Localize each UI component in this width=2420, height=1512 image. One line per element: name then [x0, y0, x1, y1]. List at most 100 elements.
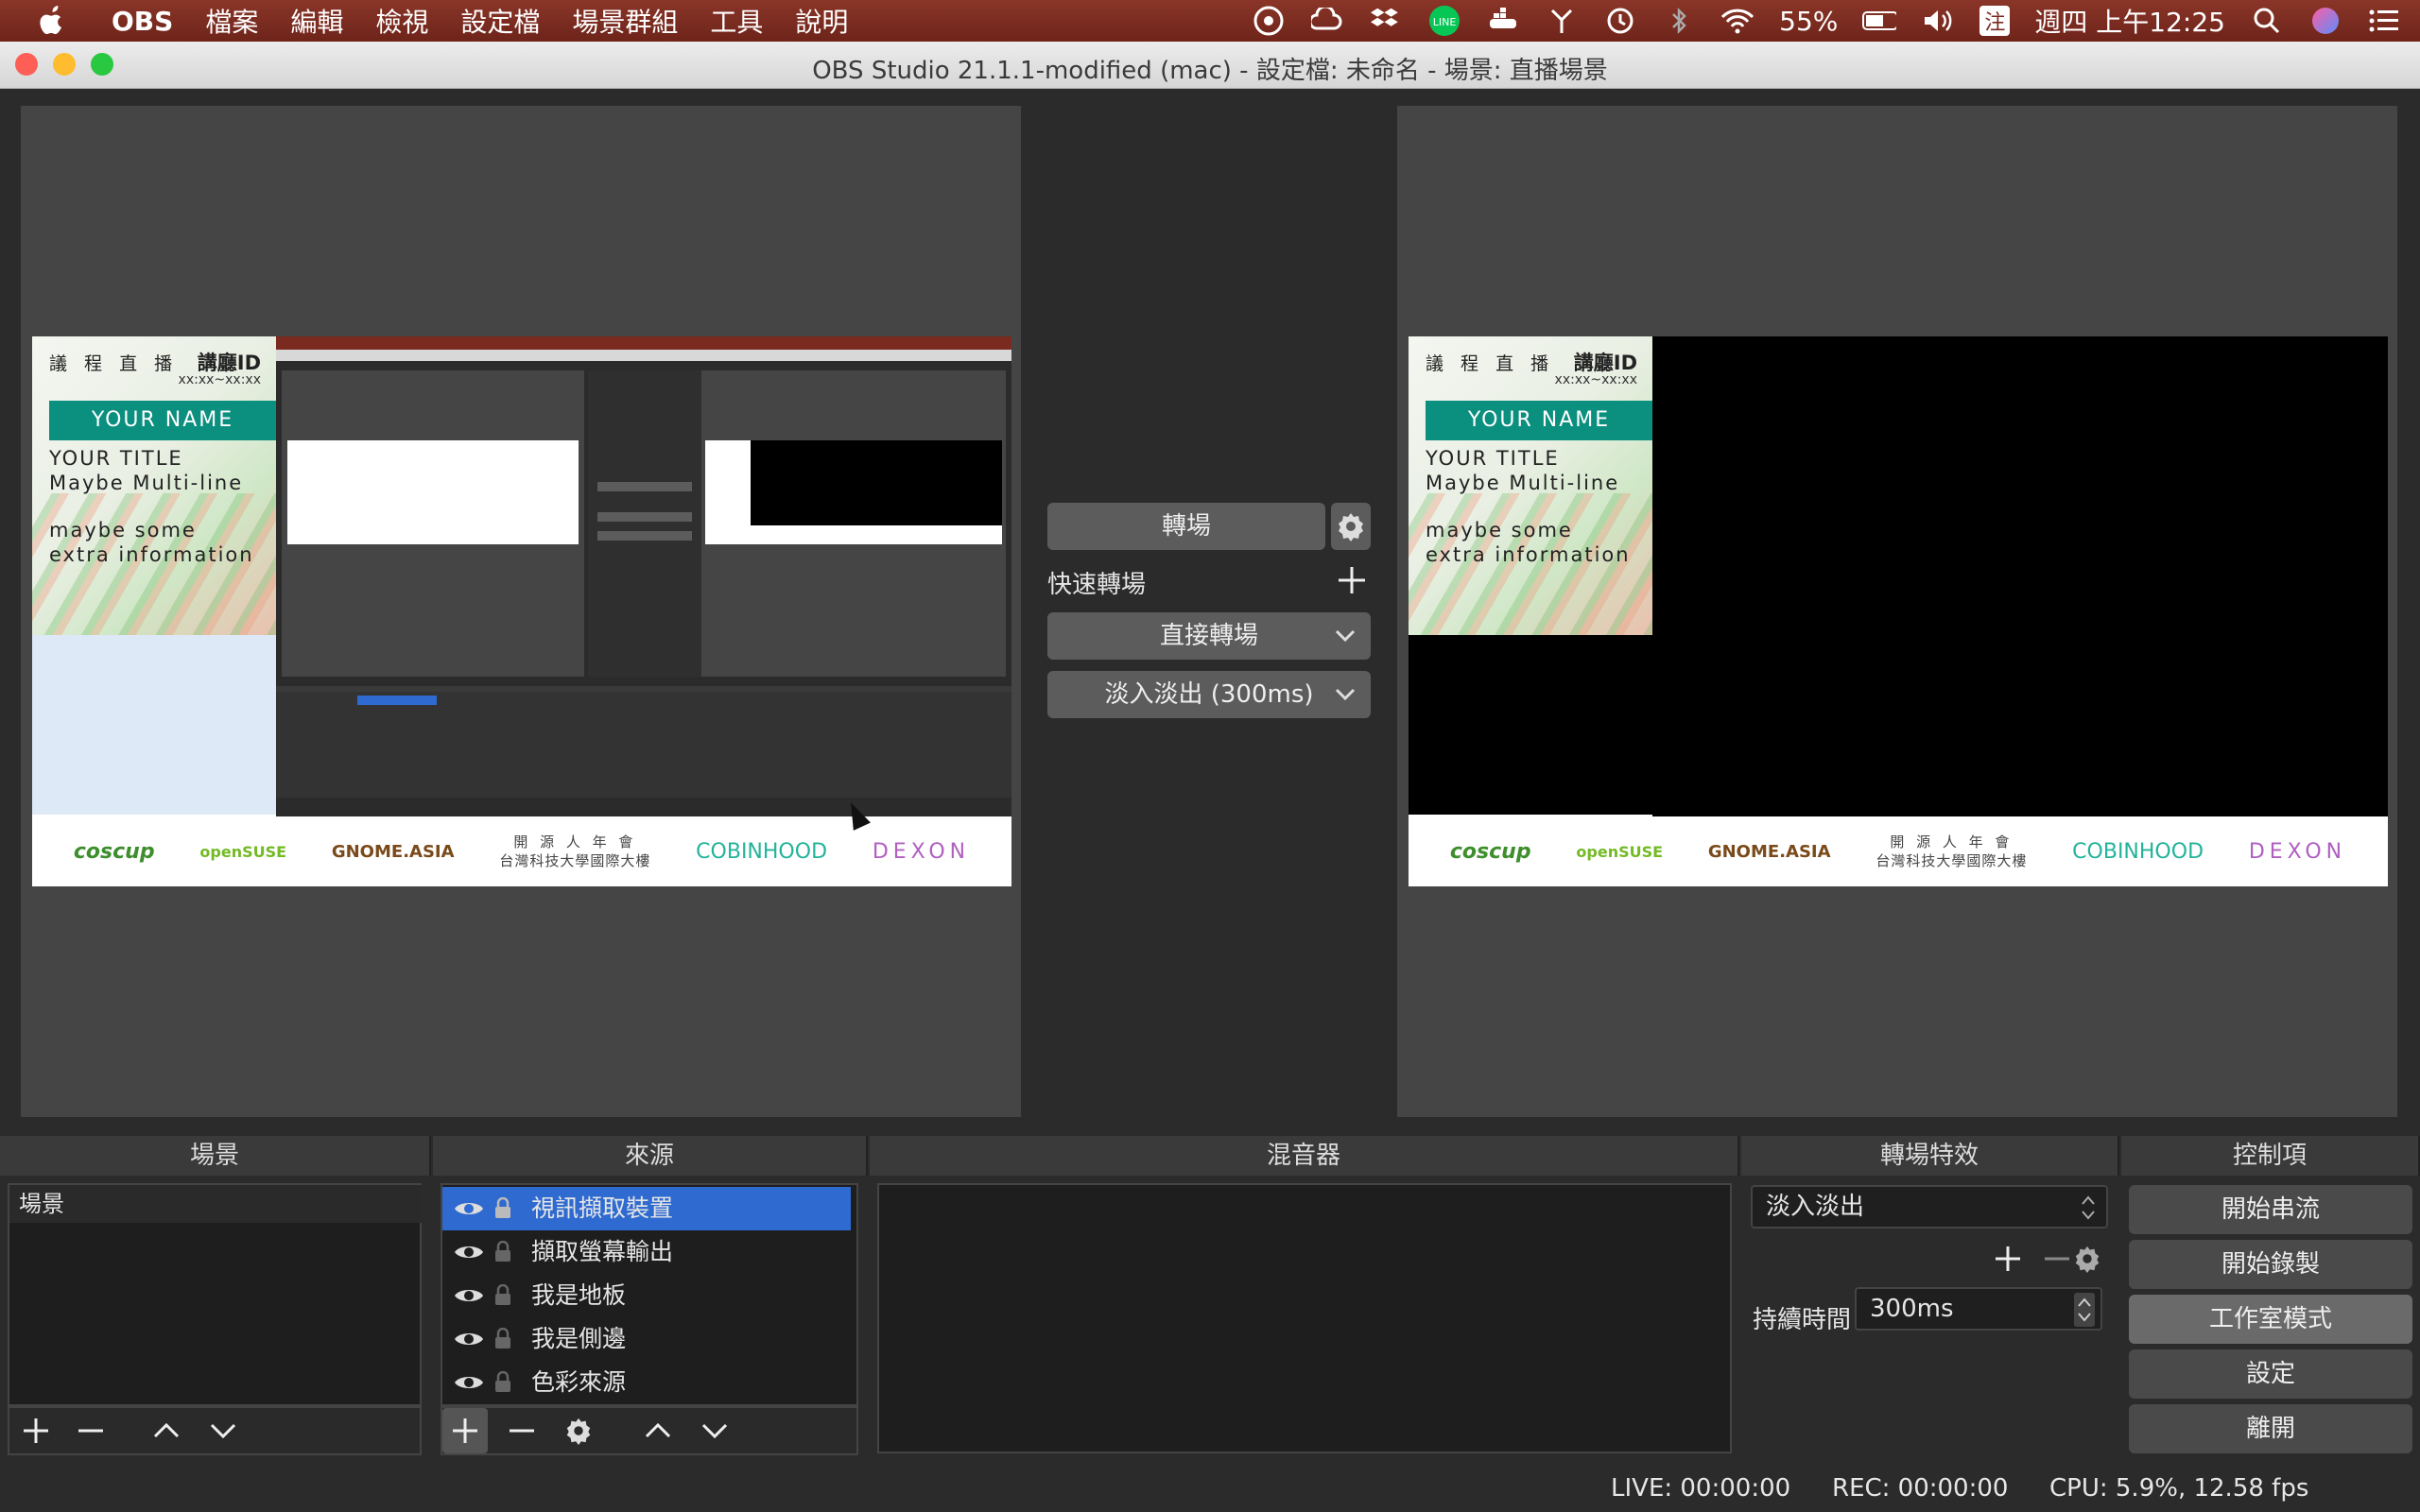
title-line-1: YOUR TITLE: [49, 447, 183, 470]
side-panel: [32, 635, 276, 815]
exit-button[interactable]: 離開: [2129, 1404, 2412, 1453]
mixer-dock-title: 混音器: [870, 1136, 1739, 1176]
source-item[interactable]: 我是側邊: [442, 1317, 851, 1361]
battery-icon[interactable]: [1862, 4, 1897, 38]
add-transition-plus-icon[interactable]: [1985, 1236, 2031, 1281]
studio-mode-button[interactable]: 工作室模式: [2129, 1295, 2412, 1344]
remove-source-minus-icon[interactable]: [499, 1408, 544, 1453]
controls-dock-title: 控制項: [2121, 1136, 2420, 1176]
notification-center-icon[interactable]: [2367, 4, 2401, 38]
source-item[interactable]: 色彩來源: [442, 1361, 851, 1404]
creative-cloud-icon[interactable]: [1310, 4, 1344, 38]
move-source-up-icon[interactable]: [635, 1408, 681, 1453]
preview-pane[interactable]: 議 程 直 播 講廳ID xx:xx~xx:xx YOUR NAME YOUR …: [21, 106, 1021, 1117]
transitions-dock-title: 轉場特效: [1741, 1136, 2119, 1176]
scenes-dock-title: 場景: [0, 1136, 431, 1176]
visibility-eye-icon[interactable]: [454, 1198, 492, 1219]
opensuse-logo: openSUSE: [199, 842, 287, 861]
lock-icon[interactable]: [493, 1241, 522, 1263]
apple-icon[interactable]: [38, 5, 66, 37]
screen-capture-source: [276, 336, 1011, 816]
menubar: OBS 檔案 編輯 檢視 設定檔 場景群組 工具 說明 LINE 55% 注 週…: [0, 0, 2420, 42]
transition-select[interactable]: 淡入淡出: [1751, 1185, 2108, 1228]
transition-button[interactable]: 轉場: [1047, 503, 1325, 550]
quick-transition-cut[interactable]: 直接轉場: [1047, 612, 1371, 660]
move-source-down-icon[interactable]: [692, 1408, 737, 1453]
menu-profile[interactable]: 設定檔: [460, 2, 540, 40]
speaker-extra: maybe some extra information: [49, 518, 254, 567]
window-titlebar: OBS Studio 21.1.1-modified (mac) - 設定檔: …: [0, 42, 2420, 89]
input-method-label: 注: [1984, 11, 2006, 35]
lock-icon[interactable]: [493, 1197, 522, 1220]
move-scene-up-icon[interactable]: [144, 1408, 189, 1453]
mixer-area[interactable]: [877, 1183, 1732, 1453]
settings-button[interactable]: 設定: [2129, 1349, 2412, 1399]
fork-icon[interactable]: [1545, 4, 1579, 38]
quick-transition-fade[interactable]: 淡入淡出 (300ms): [1047, 671, 1371, 718]
obs-tray-icon[interactable]: [1252, 4, 1286, 38]
session-time: xx:xx~xx:xx: [1554, 372, 1637, 387]
line-icon[interactable]: LINE: [1427, 4, 1461, 38]
docker-icon[interactable]: [1486, 4, 1520, 38]
sources-dock-title: 來源: [433, 1136, 868, 1176]
time-machine-icon[interactable]: [1603, 4, 1637, 38]
coscup-logo: coscup: [1449, 839, 1531, 864]
title-line-2: Maybe Multi-line: [49, 472, 244, 494]
docks-area: 場景 場景 來源 視訊擷取裝置 擷取螢幕輸出 我是地板 我是側邊 色彩來源 混音…: [0, 1136, 2420, 1461]
visibility-eye-icon[interactable]: [454, 1242, 492, 1263]
sources-dock: 來源 視訊擷取裝置 擷取螢幕輸出 我是地板 我是側邊 色彩來源: [433, 1136, 868, 1461]
lock-icon[interactable]: [493, 1284, 522, 1307]
add-scene-plus-icon[interactable]: [13, 1408, 59, 1453]
input-method-icon[interactable]: 注: [1979, 6, 2011, 36]
transition-settings-gear-icon[interactable]: [1331, 503, 1371, 550]
dropbox-icon[interactable]: [1369, 4, 1403, 38]
dexon-logo: DEXON: [2248, 839, 2347, 864]
menu-tools[interactable]: 工具: [710, 2, 763, 40]
status-bar: LIVE: 00:00:00 REC: 00:00:00 CPU: 5.9%, …: [0, 1463, 2420, 1512]
add-source-plus-icon[interactable]: [442, 1408, 488, 1453]
menu-view[interactable]: 檢視: [375, 2, 428, 40]
source-item[interactable]: 我是地板: [442, 1274, 851, 1317]
transition-properties-gear-icon[interactable]: [2065, 1236, 2110, 1281]
menu-scene-collection[interactable]: 場景群組: [572, 2, 678, 40]
start-streaming-button[interactable]: 開始串流: [2129, 1185, 2412, 1234]
siri-icon[interactable]: [2308, 4, 2342, 38]
source-item[interactable]: 擷取螢幕輸出: [442, 1230, 851, 1274]
lock-icon[interactable]: [493, 1371, 522, 1394]
osca-logo: 開 源 人 年 會台灣科技大學國際大樓: [499, 833, 651, 869]
speaker-title: YOUR TITLE Maybe Multi-line: [1426, 446, 1619, 495]
extra-line-2: extra information: [49, 543, 254, 566]
move-scene-down-icon[interactable]: [200, 1408, 246, 1453]
scene-item[interactable]: 場景: [9, 1185, 422, 1223]
duration-input[interactable]: 300ms: [1855, 1287, 2102, 1331]
start-recording-button[interactable]: 開始錄製: [2129, 1240, 2412, 1289]
sponsor-footer: coscup openSUSE GNOME.ASIA 開 源 人 年 會台灣科技…: [1409, 816, 2388, 886]
preview-canvas[interactable]: 議 程 直 播 講廳ID xx:xx~xx:xx YOUR NAME YOUR …: [32, 336, 1011, 886]
svg-text:LINE: LINE: [1433, 16, 1457, 28]
wifi-icon[interactable]: [1720, 4, 1754, 38]
menu-app-name[interactable]: OBS: [112, 6, 173, 37]
fade-option-label: 淡入淡出 (300ms): [1104, 680, 1314, 709]
menu-edit[interactable]: 編輯: [290, 2, 343, 40]
spotlight-search-icon[interactable]: [2250, 4, 2284, 38]
bluetooth-icon[interactable]: [1662, 4, 1696, 38]
menubar-clock[interactable]: 週四 上午12:25: [2034, 2, 2225, 40]
menu-help[interactable]: 說明: [795, 2, 848, 40]
duration-stepper-icon[interactable]: [2074, 1293, 2095, 1327]
remove-scene-minus-icon[interactable]: [68, 1408, 113, 1453]
lock-icon[interactable]: [493, 1328, 522, 1350]
visibility-eye-icon[interactable]: [454, 1329, 492, 1349]
visibility-eye-icon[interactable]: [454, 1285, 492, 1306]
source-item[interactable]: 視訊擷取裝置: [442, 1187, 851, 1230]
add-quick-transition-plus-icon[interactable]: [1333, 561, 1371, 599]
program-pane[interactable]: 議 程 直 播 講廳ID xx:xx~xx:xx YOUR NAME YOUR …: [1397, 106, 2397, 1117]
menu-file[interactable]: 檔案: [205, 2, 258, 40]
gnome-asia-logo: GNOME.ASIA: [1707, 841, 1831, 862]
transitions-dock: 轉場特效 淡入淡出 持續時間 300ms: [1741, 1136, 2119, 1461]
speaker-name: YOUR NAME: [1426, 401, 1652, 440]
volume-icon[interactable]: [1921, 4, 1955, 38]
session-time: xx:xx~xx:xx: [178, 372, 261, 387]
opensuse-logo: openSUSE: [1576, 842, 1664, 861]
source-properties-gear-icon[interactable]: [556, 1408, 601, 1453]
visibility-eye-icon[interactable]: [454, 1372, 492, 1393]
